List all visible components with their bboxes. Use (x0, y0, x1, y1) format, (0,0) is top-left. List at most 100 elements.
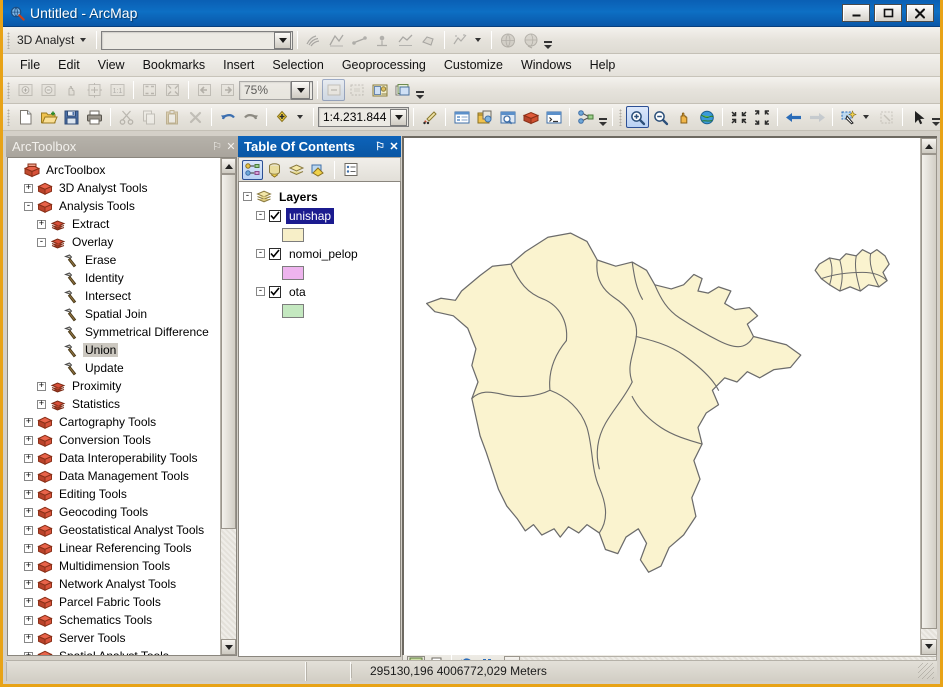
print-icon[interactable] (83, 106, 106, 128)
toolbox-tree-item[interactable]: + Geostatistical Analyst Tools (11, 521, 236, 539)
catalog-window-icon[interactable] (473, 106, 496, 128)
menu-edit[interactable]: Edit (49, 55, 89, 75)
arcglobe-icon[interactable] (519, 29, 542, 51)
toolbox-tree-item[interactable]: - Overlay (11, 233, 236, 251)
toolbox-tree-item[interactable]: Update (11, 359, 236, 377)
zoom-100-percent-icon[interactable]: 1:1 (106, 79, 129, 101)
toolbox-tree-item[interactable]: + Statistics (11, 395, 236, 413)
toolbar-overflow-button[interactable] (414, 79, 425, 101)
toolbox-tree-item[interactable]: + Parcel Fabric Tools (11, 593, 236, 611)
editor-toolbar-icon[interactable] (418, 106, 441, 128)
toc-root-row[interactable]: - Layers (243, 187, 400, 206)
scroll-down-button[interactable] (921, 638, 937, 655)
expand-icon[interactable]: + (24, 579, 33, 589)
expand-icon[interactable]: + (24, 525, 33, 535)
chevron-down-icon[interactable] (297, 115, 303, 119)
toolbox-tree-item[interactable]: + Conversion Tools (11, 431, 236, 449)
expand-icon[interactable]: + (24, 651, 33, 655)
expand-icon[interactable]: + (37, 219, 46, 229)
chevron-down-icon[interactable] (274, 31, 292, 49)
menu-file[interactable]: File (11, 55, 49, 75)
close-icon[interactable]: ✕ (224, 139, 238, 155)
scroll-track[interactable] (221, 174, 236, 639)
menu-selection[interactable]: Selection (263, 55, 332, 75)
paste-icon[interactable] (161, 106, 184, 128)
scroll-thumb[interactable] (221, 174, 236, 529)
3d-layer-combo[interactable] (101, 30, 294, 50)
toolbar-overflow-button[interactable] (930, 106, 940, 128)
3d-analyst-menu[interactable]: 3D Analyst (14, 33, 77, 47)
full-extent-icon[interactable] (695, 106, 718, 128)
delete-icon[interactable] (184, 106, 207, 128)
change-layout-icon[interactable] (368, 79, 391, 101)
create-profile-graph-icon[interactable] (449, 29, 472, 51)
list-by-visibility-icon[interactable] (286, 160, 307, 180)
cut-icon[interactable] (115, 106, 138, 128)
pin-icon[interactable]: ⚐ (210, 139, 224, 155)
zoom-out-tool-icon[interactable] (649, 106, 672, 128)
menu-windows[interactable]: Windows (512, 55, 581, 75)
map-scale-combo[interactable]: 1:4.231.844 (318, 107, 410, 127)
clear-selection-icon[interactable] (875, 106, 898, 128)
toolbox-tree-item[interactable]: Erase (11, 251, 236, 269)
collapse-icon[interactable]: - (256, 249, 265, 258)
chevron-down-icon[interactable] (80, 38, 87, 42)
close-icon[interactable]: ✕ (387, 139, 401, 155)
layout-zoom-out-icon[interactable] (37, 79, 60, 101)
python-window-icon[interactable] (542, 106, 565, 128)
toolbar-grip[interactable] (7, 108, 10, 126)
layer-symbol-swatch[interactable] (282, 227, 304, 242)
maximize-button[interactable] (874, 4, 902, 22)
chevron-down-icon[interactable] (863, 115, 870, 119)
toolbox-tree-item[interactable]: + Server Tools (11, 629, 236, 647)
layer-visibility-checkbox[interactable] (269, 209, 281, 222)
interpolate-polygon-icon[interactable] (417, 29, 440, 51)
select-elements-icon[interactable] (907, 106, 930, 128)
expand-icon[interactable]: + (24, 471, 33, 481)
toolbox-tree-item[interactable]: + Schematics Tools (11, 611, 236, 629)
expand-icon[interactable]: + (24, 633, 33, 643)
layer-symbol-swatch[interactable] (282, 265, 304, 280)
focus-data-frame-icon[interactable] (345, 79, 368, 101)
fixed-zoom-out-icon[interactable] (750, 106, 773, 128)
toc-symbol-row[interactable] (243, 263, 400, 282)
redo-icon[interactable] (239, 106, 262, 128)
toolbar-overflow-button[interactable] (542, 29, 553, 51)
toc-options-icon[interactable] (340, 160, 361, 180)
go-back-extent-icon[interactable] (782, 106, 805, 128)
toc-symbol-row[interactable] (243, 225, 400, 244)
undo-icon[interactable] (216, 106, 239, 128)
search-window-icon[interactable] (496, 106, 519, 128)
contour-icon[interactable] (302, 29, 325, 51)
interpolate-line-icon[interactable] (394, 29, 417, 51)
add-data-icon[interactable] (271, 106, 294, 128)
expand-icon[interactable]: + (24, 615, 33, 625)
minimize-button[interactable] (842, 4, 870, 22)
toolbox-tree-item[interactable]: Union (11, 341, 236, 359)
expand-icon[interactable]: + (37, 381, 46, 391)
copy-icon[interactable] (138, 106, 161, 128)
list-by-source-icon[interactable] (264, 160, 285, 180)
menu-help[interactable]: Help (581, 55, 625, 75)
arctoolbox-tree[interactable]: ArcToolbox +3D Analyst Tools - Analysis Too… (7, 157, 237, 656)
toolbox-tree-item[interactable]: + Spatial Analyst Tools (11, 647, 236, 655)
layout-zoom-combo-button[interactable] (291, 80, 313, 100)
toolbox-tree-item[interactable]: + Proximity (11, 377, 236, 395)
layer-visibility-checkbox[interactable] (269, 247, 281, 260)
toolbox-tree-item[interactable]: + Extract (11, 215, 236, 233)
save-document-icon[interactable] (60, 106, 83, 128)
pin-icon[interactable]: ⚐ (373, 139, 387, 155)
new-document-icon[interactable] (14, 106, 37, 128)
close-button[interactable] (906, 4, 934, 22)
chevron-down-icon[interactable] (475, 38, 482, 42)
layout-zoom-in-icon[interactable] (14, 79, 37, 101)
expand-icon[interactable]: + (24, 543, 33, 553)
arctoolbox-scrollbar[interactable] (220, 158, 236, 655)
toolbox-tree-item[interactable]: + Data Interoperability Tools (11, 449, 236, 467)
toolbox-tree-item[interactable]: + Cartography Tools (11, 413, 236, 431)
map-canvas[interactable] (404, 138, 920, 655)
toolbox-tree-item[interactable]: + Network Analyst Tools (11, 575, 236, 593)
go-back-extent-icon[interactable] (193, 79, 216, 101)
scroll-up-button[interactable] (921, 138, 937, 154)
expand-icon[interactable]: + (24, 507, 33, 517)
